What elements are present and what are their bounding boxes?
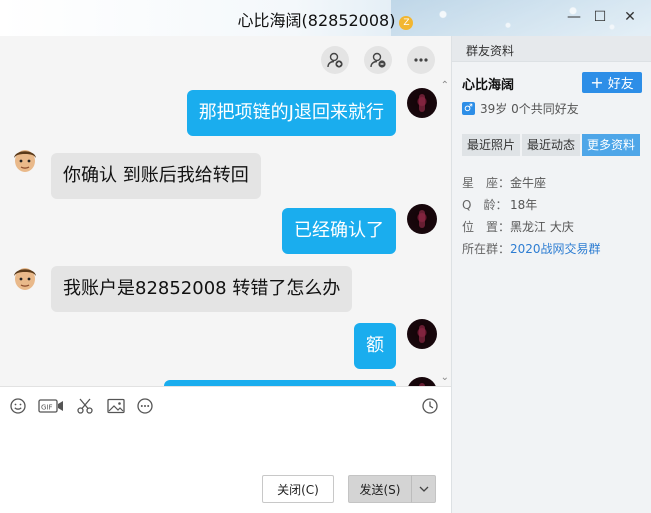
close-window-button[interactable]: ✕ xyxy=(619,6,641,28)
scroll-down-arrow[interactable]: ⌄ xyxy=(441,372,449,383)
info-row-qq-age: Q 龄： 18年 xyxy=(462,198,538,212)
vip-badge-icon: Z xyxy=(399,16,414,30)
tab-recent-photos[interactable]: 最近照片 xyxy=(462,134,521,156)
profile-meta-text: 39岁 0个共同好友 xyxy=(480,102,579,116)
screenshot-button[interactable] xyxy=(75,396,95,416)
plus-icon: + xyxy=(590,72,604,92)
contact-avatar[interactable] xyxy=(10,262,40,292)
message-bubble-sent: 额 xyxy=(354,323,396,369)
panel-header: 群友资料 xyxy=(452,36,651,62)
info-row-group: 所在群： 2020战网交易群 xyxy=(462,238,601,260)
profile-info-list: 星 座： 金牛座 Q 龄： 18年 位 置： 黑龙江 大庆 所在群： 2020战网交易群 xyxy=(462,172,601,260)
my-avatar[interactable] xyxy=(407,319,437,349)
user-info-button[interactable] xyxy=(364,46,392,74)
message-bubble-received: 你确认 到账后我给转回 xyxy=(51,153,261,199)
message-bubble-sent: 已经确认了 xyxy=(282,208,396,254)
input-toolbar: GIF xyxy=(0,386,451,424)
gif-button[interactable]: GIF xyxy=(38,396,64,416)
image-button[interactable] xyxy=(106,396,126,416)
svg-text:GIF: GIF xyxy=(41,404,53,412)
image-icon xyxy=(107,398,125,414)
more-tools-button[interactable] xyxy=(135,396,155,416)
emoji-button[interactable] xyxy=(8,396,28,416)
invite-member-button[interactable] xyxy=(321,46,349,74)
my-avatar[interactable] xyxy=(407,204,437,234)
profile-meta: ♂ 39岁 0个共同好友 xyxy=(462,100,579,117)
info-row-location: 位 置： 黑龙江 大庆 xyxy=(462,220,574,234)
chevron-down-icon xyxy=(419,486,428,492)
message-bubble-received: 我账户是82852008 转错了怎么办 xyxy=(51,266,353,312)
message-bubble-sent: 那把项链的J退回来就行 xyxy=(186,90,396,136)
send-options-button[interactable] xyxy=(411,475,436,503)
contact-avatar[interactable] xyxy=(10,144,40,174)
more-circle-icon xyxy=(137,398,153,414)
chat-top-actions xyxy=(321,46,435,74)
history-button[interactable] xyxy=(420,396,440,416)
add-friend-button[interactable]: + 好友 xyxy=(582,72,642,93)
member-profile-panel: 群友资料 心比海阔 + 好友 ♂ 39岁 0个共同好友 最近照片 最近动态 更多… xyxy=(451,36,651,513)
send-button[interactable]: 发送(S) xyxy=(348,475,412,503)
user-icon xyxy=(370,52,386,68)
scroll-up-arrow[interactable]: ⌃ xyxy=(441,80,449,91)
profile-tabs: 最近照片 最近动态 更多资料 xyxy=(462,134,641,156)
title-bar: 心比海阔(82852008) Z — ☐ ✕ xyxy=(0,0,651,36)
maximize-button[interactable]: ☐ xyxy=(589,6,611,28)
gif-icon: GIF xyxy=(38,399,63,413)
scissors-icon xyxy=(77,398,93,414)
message-input[interactable] xyxy=(0,424,451,469)
group-link[interactable]: 2020战网交易群 xyxy=(510,238,601,260)
male-icon: ♂ xyxy=(462,102,475,115)
clock-icon xyxy=(422,398,438,414)
my-avatar[interactable] xyxy=(407,377,437,386)
tab-recent-activity[interactable]: 最近动态 xyxy=(522,134,581,156)
info-row-zodiac: 星 座： 金牛座 xyxy=(462,176,547,190)
close-chat-button[interactable]: 关闭(C) xyxy=(262,475,334,503)
profile-name: 心比海阔 xyxy=(462,78,515,93)
add-friend-label: 好友 xyxy=(607,77,634,92)
more-icon xyxy=(414,58,428,62)
window-title-text: 心比海阔(82852008) xyxy=(237,11,396,30)
my-avatar[interactable] xyxy=(407,88,437,118)
tab-more-info[interactable]: 更多资料 xyxy=(582,134,641,156)
emoji-icon xyxy=(10,398,26,414)
add-user-icon xyxy=(327,52,343,68)
more-actions-button[interactable] xyxy=(407,46,435,74)
minimize-button[interactable]: — xyxy=(563,6,585,28)
window-title: 心比海阔(82852008) Z xyxy=(0,7,651,31)
chat-history[interactable]: ⌃ 那把项链的J退回来就行 你确认 到账后我给转回 已经确认了 我账户是8285… xyxy=(0,36,451,386)
